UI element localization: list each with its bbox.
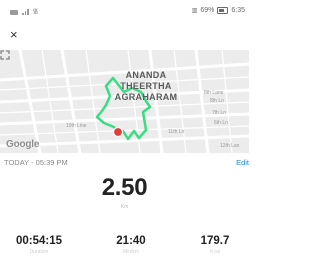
map-area-label: ANANDA THEERTHA AGRAHARAM — [106, 70, 186, 103]
route-end-marker — [112, 126, 124, 138]
stat-calories: 179.7 Kcal — [186, 235, 244, 255]
google-logo: Google — [6, 139, 40, 150]
signal-icon — [22, 9, 29, 15]
area-label-line: AGRAHARAM — [114, 92, 178, 102]
battery-icon — [217, 7, 229, 14]
street-label: 11th Ln — [168, 129, 185, 135]
area-label-line: ANANDA — [125, 70, 167, 80]
street-label: 7th Ln — [212, 110, 226, 116]
street-label: 10th Line — [66, 123, 87, 129]
vibrate-icon: ▥ — [191, 8, 198, 14]
route-map[interactable]: ANANDA THEERTHA AGRAHARAM 8th Lane 8th L… — [0, 50, 249, 153]
distance-unit: Km — [120, 204, 129, 210]
distance-value: 2.50 — [101, 174, 148, 201]
street-label: 6th Ln — [214, 120, 228, 126]
battery-percent: 69% — [200, 7, 215, 14]
stat-value: 00:54:15 — [15, 235, 63, 247]
area-label-line: THEERTHA — [120, 81, 172, 91]
street-label: 12th Lan — [220, 143, 240, 149]
stat-label: Kcal — [210, 249, 220, 255]
expand-icon[interactable] — [0, 50, 10, 60]
stat-pace: 21:40 Min/km — [101, 235, 161, 255]
stat-value: 21:40 — [116, 235, 146, 247]
stat-label: Min/km — [122, 249, 140, 255]
street-label: 8th Ln — [210, 98, 224, 104]
stat-label: Duration — [29, 249, 49, 255]
notification-icon — [10, 9, 18, 15]
street-label: 8th Lane — [204, 90, 224, 96]
status-bar: ᯾ ▥ 69% 6:35 — [0, 0, 249, 22]
activity-date: TODAY - 05:39 PM — [4, 158, 68, 167]
status-right: ▥ 69% 6:35 — [192, 7, 245, 14]
edit-button[interactable]: Edit — [236, 158, 249, 167]
stat-value: 179.7 — [200, 235, 230, 247]
wifi-icon: ᯾ — [32, 8, 39, 15]
activity-meta-row: TODAY - 05:39 PM Edit — [0, 156, 249, 170]
clock-time: 6:35 — [231, 7, 245, 14]
stat-duration: 00:54:15 Duration — [8, 235, 70, 255]
status-left-icons: ᯾ — [10, 8, 39, 15]
close-button[interactable]: × — [10, 28, 18, 41]
